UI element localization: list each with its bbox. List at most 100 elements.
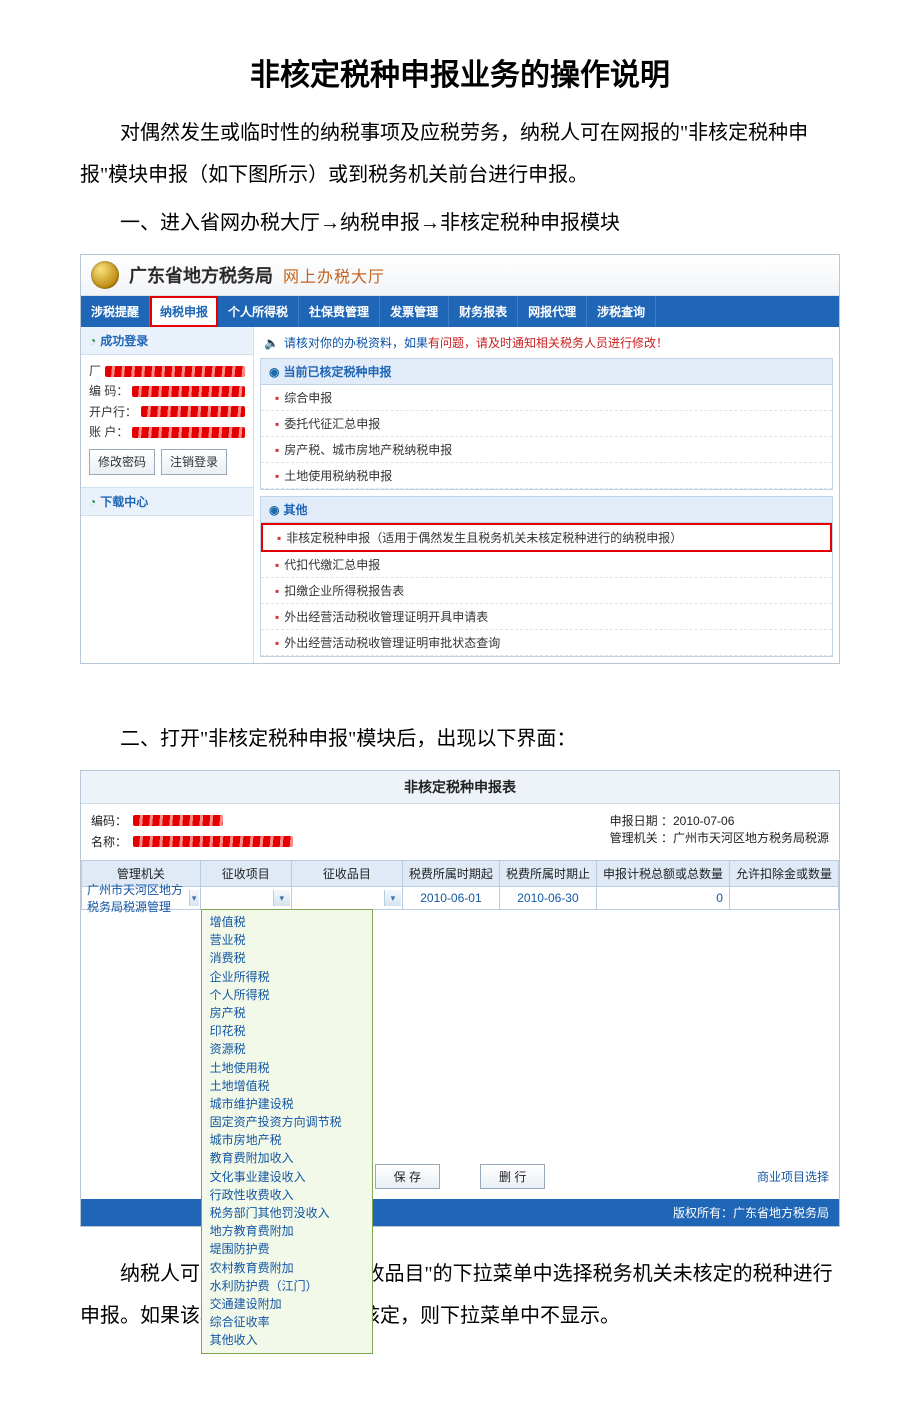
field-acct-label: 账 户： [89, 422, 128, 442]
login-panel-header: ◔成功登录 [81, 327, 253, 355]
left-sidebar: ◔成功登录 厂 编 码： 开户行： 账 户： 修改密码 注销登录 ◔下载中心 [81, 327, 254, 663]
square-bullet-icon: ▪ [277, 531, 281, 545]
brand-subtitle: 网上办税大厅 [283, 263, 385, 287]
dropdown-option[interactable]: 城市维护建设税 [202, 1095, 372, 1113]
column-header: 征收品目 [291, 861, 402, 887]
dropdown-option[interactable]: 企业所得税 [202, 968, 372, 986]
column-header: 允许扣除金或数量 [729, 861, 838, 887]
dropdown-option[interactable]: 税务部门其他罚没收入 [202, 1204, 372, 1222]
square-bullet-icon: ▪ [275, 417, 279, 431]
redacted-value [133, 836, 293, 847]
dropdown-option[interactable]: 固定资产投资方向调节税 [202, 1113, 372, 1131]
nav-item[interactable]: 涉税查询 [587, 296, 656, 327]
doc-intro: 对偶然发生或临时性的纳税事项及应税劳务，纳税人可在网报的"非核定税种申报"模块申… [80, 112, 840, 196]
field-org-label: 厂 [89, 361, 101, 381]
dropdown-option[interactable]: 增值税 [202, 913, 372, 931]
dropdown-option[interactable]: 交通建设附加 [202, 1295, 372, 1313]
dropdown-option[interactable]: 资源税 [202, 1040, 372, 1058]
form-title: 非核定税种申报表 [81, 771, 839, 804]
label-submit-date: 申报日期 ： [610, 814, 673, 828]
nav-item[interactable]: 财务报表 [449, 296, 518, 327]
main-content: 🔈请核对你的办税资料，如果有问题，请及时通知相关税务人员进行修改！ ◉ 当前已核定… [254, 327, 839, 663]
dropdown-option[interactable]: 土地使用税 [202, 1059, 372, 1077]
nav-item[interactable]: 纳税申报 [150, 296, 218, 327]
list-item[interactable]: ▪综合申报 [261, 385, 832, 411]
square-bullet-icon: ▪ [275, 469, 279, 483]
dropdown-option[interactable]: 综合征收率 [202, 1313, 372, 1331]
list-item[interactable]: ▪扣缴企业所得税报告表 [261, 578, 832, 604]
app-header: 广东省地方税务局 网上办税大厅 [81, 255, 839, 296]
label-name: 名称： [91, 833, 127, 850]
notice-bar: 🔈请核对你的办税资料，如果有问题，请及时通知相关税务人员进行修改！ [254, 327, 839, 358]
redacted-value [133, 815, 223, 826]
label-authority: 管理机关 ： [610, 831, 673, 845]
tax-subitem-select[interactable]: ▾ [293, 888, 401, 908]
delete-row-button[interactable]: 删 行 [480, 1164, 545, 1189]
chevron-down-icon[interactable]: ▾ [189, 890, 199, 906]
doc-outro: 纳税人可在"征收项目"和"征收品目"的下拉菜单中选择税务机关未核定的税种进行申报… [80, 1253, 840, 1337]
period-end-input[interactable]: 2010-06-30 [499, 887, 596, 910]
redacted-value [132, 386, 245, 397]
brand-name: 广东省地方税务局 [129, 262, 273, 288]
list-item[interactable]: ▪委托代征汇总申报 [261, 411, 832, 437]
dropdown-option[interactable]: 消费税 [202, 949, 372, 967]
tax-item-dropdown: 增值税营业税消费税企业所得税个人所得税房产税印花税资源税土地使用税土地增值税城市… [201, 909, 373, 1354]
main-nav: 涉税提醒纳税申报个人所得税社保费管理发票管理财务报表网报代理涉税查询 [81, 296, 839, 327]
download-center-label: 下载中心 [100, 495, 148, 509]
field-code-label: 编 码： [89, 381, 128, 401]
square-bullet-icon: ▪ [275, 584, 279, 598]
nav-item[interactable]: 个人所得税 [218, 296, 299, 327]
total-input[interactable]: 0 [596, 887, 729, 910]
value-submit-date: 2010-07-06 [673, 814, 734, 828]
authority-select[interactable]: 广州市天河区地方税务局税源管理▾ [83, 888, 199, 908]
business-item-link[interactable]: 商业项目选择 [757, 1168, 829, 1185]
column-header: 税费所属时期起 [402, 861, 499, 887]
deductible-input[interactable] [729, 887, 838, 910]
download-center-header[interactable]: ◔下载中心 [81, 487, 253, 516]
square-bullet-icon: ▪ [275, 443, 279, 457]
chevron-down-icon[interactable]: ▾ [384, 890, 401, 906]
screenshot-2: 非核定税种申报表 编码： 名称： 申报日期 ：2010-07-06 管理机关 ：… [80, 770, 840, 1227]
dropdown-option[interactable]: 土地增值税 [202, 1077, 372, 1095]
nav-item[interactable]: 涉税提醒 [81, 296, 150, 327]
dropdown-option[interactable]: 营业税 [202, 931, 372, 949]
dropdown-option[interactable]: 地方教育费附加 [202, 1222, 372, 1240]
list-item[interactable]: ▪外出经营活动税收管理证明审批状态查询 [261, 630, 832, 656]
redacted-value [105, 366, 245, 377]
redacted-value [141, 406, 245, 417]
login-panel-title: 成功登录 [100, 334, 148, 348]
dropdown-option[interactable]: 印花税 [202, 1022, 372, 1040]
chevron-down-icon[interactable]: ▾ [273, 890, 290, 906]
dropdown-option[interactable]: 个人所得税 [202, 986, 372, 1004]
dropdown-option[interactable]: 房产税 [202, 1004, 372, 1022]
nav-item[interactable]: 社保费管理 [299, 296, 380, 327]
section-assigned-taxes: ◉ 当前已核定税种申报 ▪综合申报▪委托代征汇总申报▪房产税、城市房地产税纳税申报… [260, 358, 833, 490]
list-item[interactable]: ▪外出经营活动税收管理证明开具申请表 [261, 604, 832, 630]
dropdown-option[interactable]: 城市房地产税 [202, 1131, 372, 1149]
bullet-icon: ◉ [269, 365, 279, 379]
nav-item[interactable]: 发票管理 [380, 296, 449, 327]
section1-title: 当前已核定税种申报 [283, 365, 391, 379]
dropdown-option[interactable]: 其他收入 [202, 1331, 372, 1349]
list-item[interactable]: ▪土地使用税纳税申报 [261, 463, 832, 489]
notice-pre: 请核对你的办税资料，如果 [284, 336, 428, 350]
dropdown-option[interactable]: 堤围防护费 [202, 1240, 372, 1258]
logout-button[interactable]: 注销登录 [161, 449, 227, 475]
dropdown-option[interactable]: 水利防护费（江门） [202, 1277, 372, 1295]
action-bar: 保 存 删 行 商业项目选择 [81, 1150, 839, 1199]
change-password-button[interactable]: 修改密码 [89, 449, 155, 475]
list-item[interactable]: ▪房产税、城市房地产税纳税申报 [261, 437, 832, 463]
dropdown-option[interactable]: 农村教育费附加 [202, 1259, 372, 1277]
list-item[interactable]: ▪代扣代缴汇总申报 [261, 552, 832, 578]
dropdown-option[interactable]: 行政性收费收入 [202, 1186, 372, 1204]
step-2: 二、打开"非核定税种申报"模块后，出现以下界面： [80, 718, 840, 760]
nav-item[interactable]: 网报代理 [518, 296, 587, 327]
tax-item-select[interactable]: ▾ [202, 888, 290, 908]
period-start-input[interactable]: 2010-06-01 [402, 887, 499, 910]
dropdown-option[interactable]: 文化事业建设收入 [202, 1168, 372, 1186]
square-bullet-icon: ▪ [275, 610, 279, 624]
list-item[interactable]: ▪非核定税种申报（适用于偶然发生且税务机关未核定税种进行的纳税申报） [261, 523, 832, 552]
save-button[interactable]: 保 存 [375, 1164, 440, 1189]
section2-title: 其他 [283, 503, 307, 517]
dropdown-option[interactable]: 教育费附加收入 [202, 1149, 372, 1167]
